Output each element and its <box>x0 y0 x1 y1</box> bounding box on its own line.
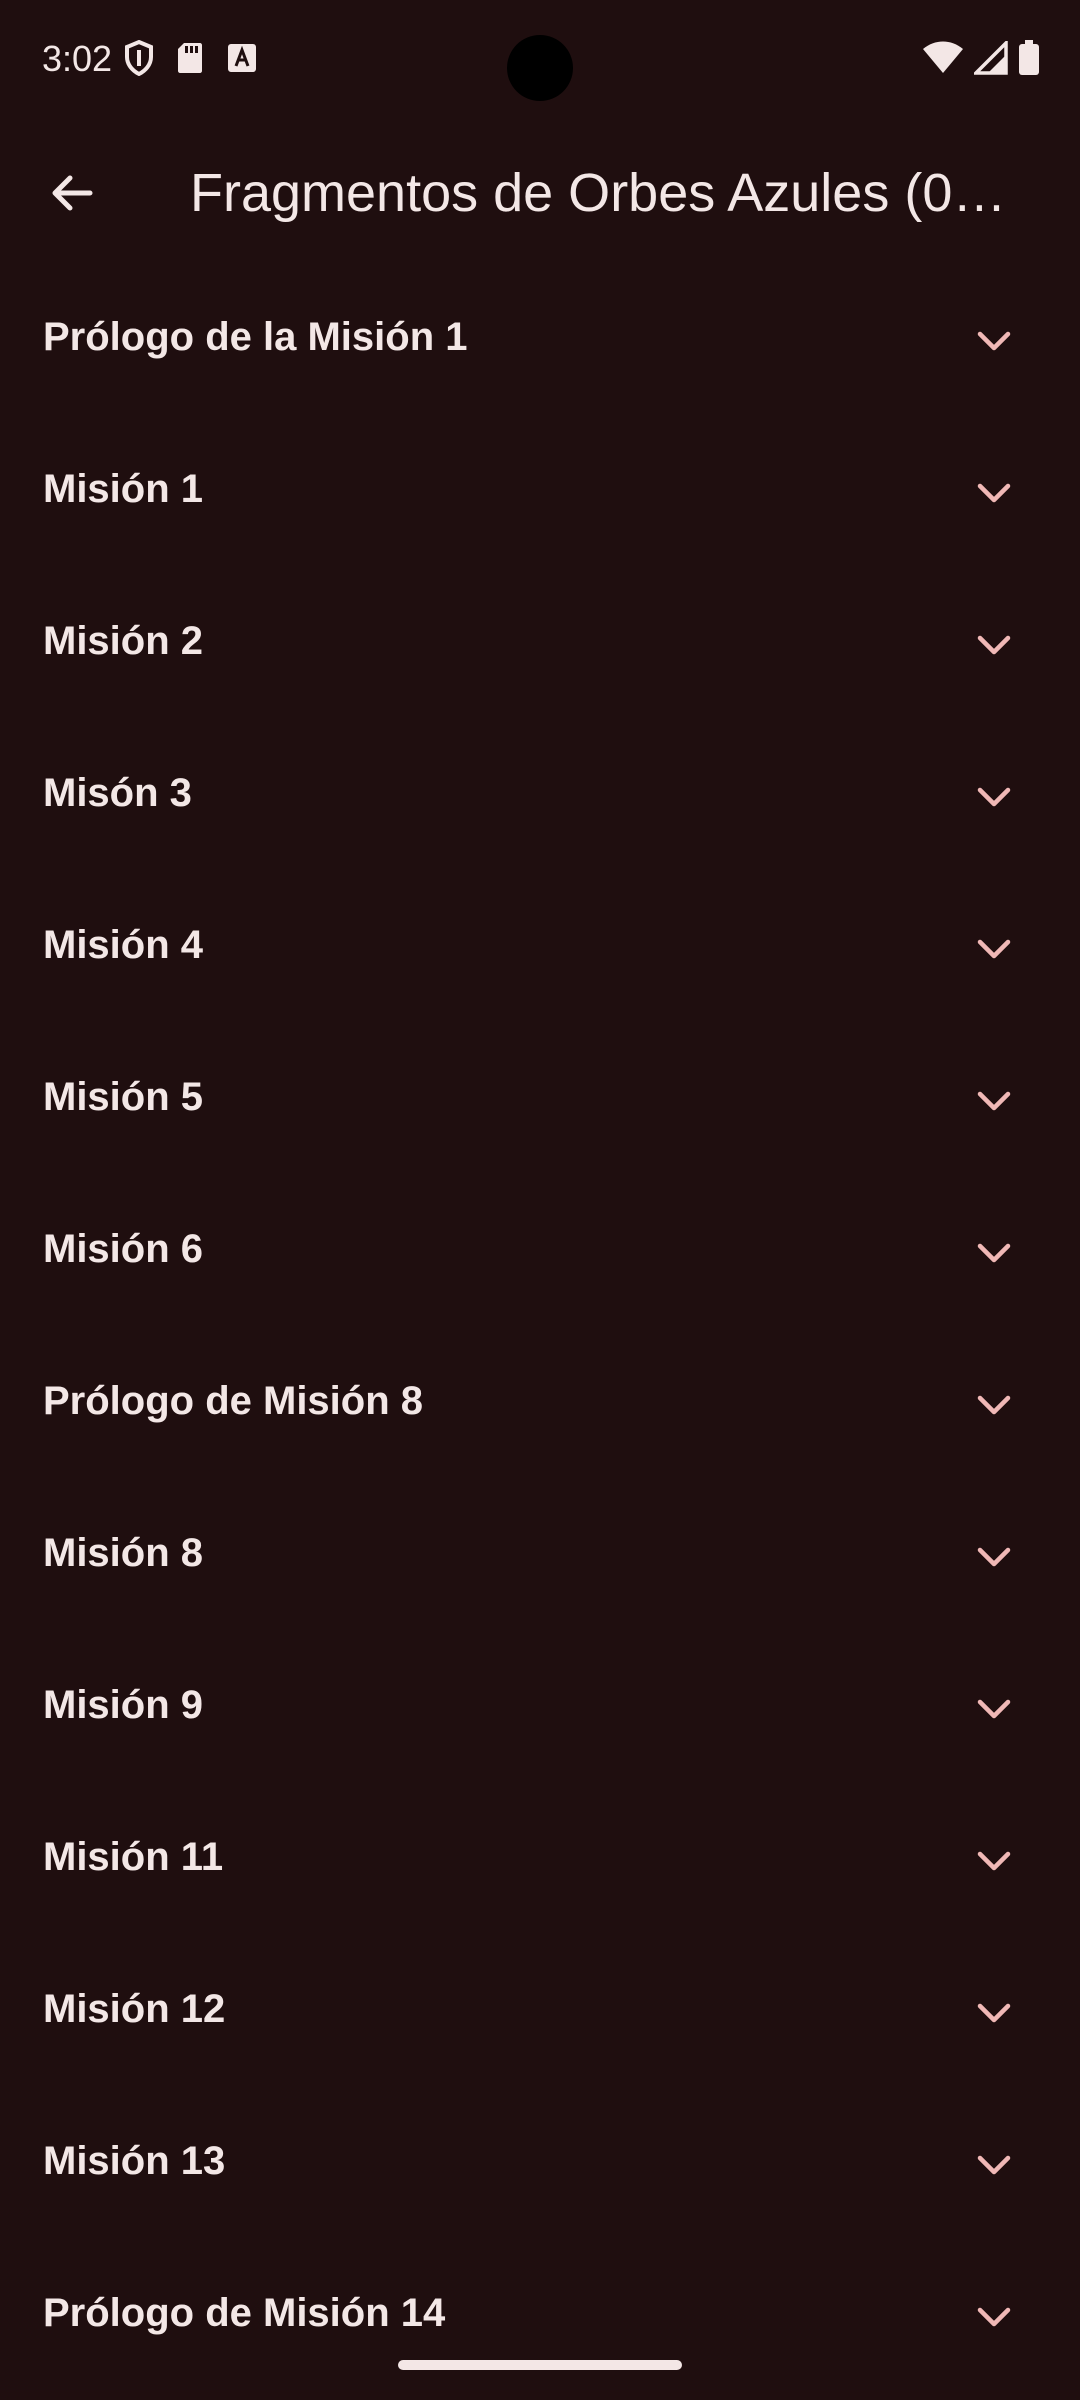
list-item[interactable]: Prólogo de Misión 8 <box>0 1329 1080 1481</box>
list-item[interactable]: Misión 8 <box>0 1481 1080 1633</box>
list-item[interactable]: Misión 13 <box>0 2089 1080 2241</box>
list-item[interactable]: Misión 1 <box>0 417 1080 569</box>
list-item[interactable]: Misión 12 <box>0 1937 1080 2089</box>
list-item[interactable]: Misión 5 <box>0 1025 1080 1177</box>
sd-card-icon <box>176 41 204 80</box>
wifi-icon <box>922 41 964 80</box>
chevron-down-icon[interactable] <box>974 321 1014 361</box>
status-bar: 3:02 <box>0 0 1080 120</box>
chevron-down-icon[interactable] <box>974 2297 1014 2337</box>
list-item-label: Misión 6 <box>43 1227 204 1271</box>
list-item-label: Misión 2 <box>43 619 204 663</box>
list-item[interactable]: Misión 6 <box>0 1177 1080 1329</box>
app-bar: Fragmentos de Orbes Azules (0… <box>0 120 1080 270</box>
list-item[interactable]: Misión 2 <box>0 569 1080 721</box>
gesture-navigation-bar[interactable] <box>398 2360 682 2370</box>
list-item[interactable]: Misón 3 <box>0 721 1080 873</box>
status-time: 3:02 <box>42 38 113 79</box>
list-item-label: Misión 11 <box>43 1835 224 1879</box>
chevron-down-icon[interactable] <box>974 1689 1014 1729</box>
list-item[interactable]: Misión 9 <box>0 1633 1080 1785</box>
screen: 3:02 Fragmentos de Orbes Azules (0… Pról… <box>0 0 1080 2400</box>
status-icons-right <box>922 38 1040 81</box>
list-item-label: Misión 13 <box>43 2139 226 2183</box>
list-item[interactable]: Misión 4 <box>0 873 1080 1025</box>
list-item-label: Prólogo de Misión 8 <box>43 1379 424 1423</box>
list-item-label: Misión 12 <box>43 1987 226 2031</box>
cell-signal-icon <box>971 38 1008 80</box>
chevron-down-icon[interactable] <box>974 1081 1014 1121</box>
list-item-label: Misión 4 <box>43 923 204 967</box>
chevron-down-icon[interactable] <box>974 625 1014 665</box>
list-item-label: Prólogo de la Misión 1 <box>43 315 468 359</box>
chevron-down-icon[interactable] <box>974 929 1014 969</box>
mission-list: Prólogo de la Misión 1 Misión 1 Misión 2… <box>0 265 1080 2393</box>
back-button[interactable] <box>30 153 114 237</box>
list-item-label: Misión 5 <box>43 1075 204 1119</box>
chevron-down-icon[interactable] <box>974 1233 1014 1273</box>
status-icons-left <box>124 39 258 81</box>
shield-icon <box>124 39 154 81</box>
page-title: Fragmentos de Orbes Azules (0… <box>190 163 1007 223</box>
chevron-down-icon[interactable] <box>974 777 1014 817</box>
list-item[interactable]: Prólogo de Misión 14 <box>0 2241 1080 2393</box>
camera-cutout <box>507 35 573 101</box>
chevron-down-icon[interactable] <box>974 473 1014 513</box>
arrow-back-icon <box>48 169 96 222</box>
chevron-down-icon[interactable] <box>974 1841 1014 1881</box>
chevron-down-icon[interactable] <box>974 2145 1014 2185</box>
list-item-label: Prólogo de Misión 14 <box>43 2291 446 2335</box>
chevron-down-icon[interactable] <box>974 1993 1014 2033</box>
list-item-label: Misión 8 <box>43 1531 204 1575</box>
list-item[interactable]: Misión 11 <box>0 1785 1080 1937</box>
list-item-label: Misión 9 <box>43 1683 204 1727</box>
list-item-label: Misión 1 <box>43 467 204 511</box>
keyboard-a-icon <box>226 42 258 79</box>
list-item-label: Misón 3 <box>43 771 192 815</box>
chevron-down-icon[interactable] <box>974 1537 1014 1577</box>
list-item[interactable]: Prólogo de la Misión 1 <box>0 265 1080 417</box>
battery-icon <box>1018 40 1040 81</box>
chevron-down-icon[interactable] <box>974 1385 1014 1425</box>
